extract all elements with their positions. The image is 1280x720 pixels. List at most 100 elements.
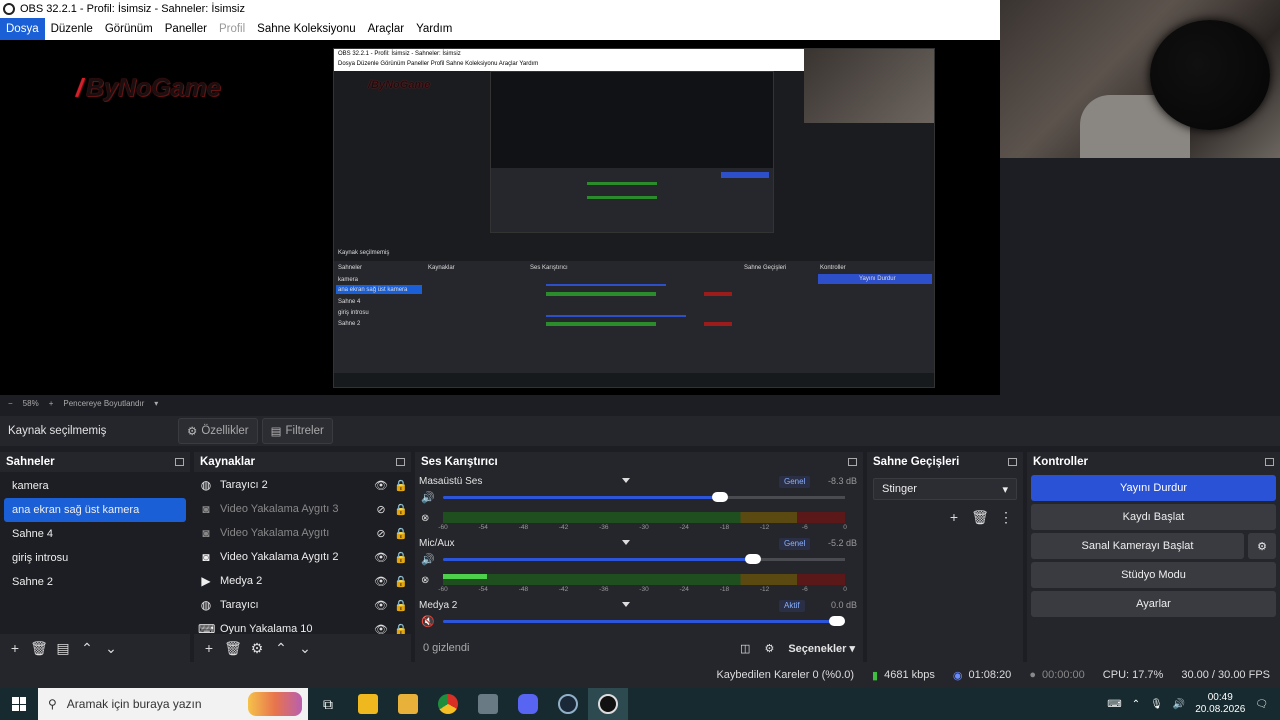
speaker-icon[interactable]: 🔊: [421, 491, 435, 504]
volume-slider[interactable]: [443, 492, 845, 502]
start-button[interactable]: [0, 697, 38, 711]
notification-icon[interactable]: 🗨: [1255, 699, 1268, 710]
undock-icon[interactable]: [396, 458, 405, 466]
lock-icon[interactable]: 🔒: [391, 479, 411, 492]
undock-icon[interactable]: [1008, 458, 1017, 466]
filters-button[interactable]: ▤ Filtreler: [261, 418, 333, 444]
obs-taskbar-icon[interactable]: [588, 688, 628, 720]
chevron-down-icon[interactable]: ▾: [154, 399, 158, 408]
mixer-settings-icon[interactable]: ⚙: [764, 642, 774, 655]
menu-file[interactable]: Dosya: [0, 18, 45, 40]
studio-mode-button[interactable]: Stüdyo Modu: [1031, 562, 1276, 588]
zoom-out-button[interactable]: −: [8, 399, 13, 408]
chrome-icon[interactable]: [428, 688, 468, 720]
properties-button[interactable]: ⚙ Özellikler: [178, 418, 258, 444]
gear-icon[interactable]: ⚙: [246, 637, 268, 659]
chevron-down-icon[interactable]: [622, 540, 630, 545]
eye-icon[interactable]: 👁: [371, 575, 391, 588]
app-icon[interactable]: [468, 688, 508, 720]
undock-icon[interactable]: [1265, 458, 1274, 466]
slider-knob[interactable]: [712, 492, 729, 502]
source-item[interactable]: ▶ Medya 2 👁 🔒: [194, 569, 411, 593]
trash-icon[interactable]: 🗑: [969, 506, 991, 528]
stop-stream-button[interactable]: Yayını Durdur: [1031, 475, 1276, 501]
taskbar-search[interactable]: ⚲ Aramak için buraya yazın: [38, 688, 308, 720]
file-explorer-icon[interactable]: [388, 688, 428, 720]
scale-tick: -36: [599, 586, 609, 593]
more-options-icon[interactable]: ⋮: [995, 506, 1017, 528]
move-down-icon[interactable]: ⌄: [100, 637, 122, 659]
lock-icon[interactable]: 🔒: [391, 527, 411, 540]
menu-scene-collection[interactable]: Sahne Koleksiyonu: [251, 18, 361, 40]
source-item[interactable]: ⌨ Oyun Yakalama 10 👁 🔒: [194, 617, 411, 634]
speaker-muted-icon[interactable]: 🔇: [421, 615, 435, 628]
eye-icon[interactable]: 👁: [371, 599, 391, 612]
menu-docks[interactable]: Paneller: [159, 18, 213, 40]
source-item[interactable]: ◍ Tarayıcı 👁 🔒: [194, 593, 411, 617]
task-view-icon[interactable]: ⧉: [308, 688, 348, 720]
settings-button[interactable]: Ayarlar: [1031, 591, 1276, 617]
add-scene-button[interactable]: +: [4, 637, 26, 659]
undock-icon[interactable]: [175, 458, 184, 466]
menu-tools[interactable]: Araçlar: [362, 18, 410, 40]
source-item[interactable]: ◙ Video Yakalama Aygıtı ⊘ 🔒: [194, 521, 411, 545]
zoom-in-button[interactable]: +: [49, 399, 54, 408]
chevron-down-icon[interactable]: [622, 478, 630, 483]
keyboard-icon[interactable]: ⌨: [1107, 699, 1121, 710]
virtual-camera-settings-icon[interactable]: ⚙: [1248, 533, 1276, 559]
microphone-icon[interactable]: 🎙: [1150, 699, 1163, 710]
menu-edit[interactable]: Düzenle: [45, 18, 99, 40]
clock[interactable]: 00:49 20.08.2026: [1195, 692, 1245, 716]
scene-filters-icon[interactable]: ▤: [52, 637, 74, 659]
discord-icon[interactable]: [508, 688, 548, 720]
menu-view[interactable]: Görünüm: [99, 18, 159, 40]
lock-icon[interactable]: 🔒: [391, 503, 411, 516]
eye-icon[interactable]: 👁: [371, 479, 391, 492]
source-item[interactable]: ◍ Tarayıcı 2 👁 🔒: [194, 473, 411, 497]
scene-item[interactable]: Sahne 2: [4, 570, 186, 594]
trash-icon[interactable]: 🗑: [28, 637, 50, 659]
mixer-options-button[interactable]: Seçenekler ▾: [788, 642, 855, 655]
eye-off-icon[interactable]: ⊘: [371, 527, 391, 540]
fit-to-window-label[interactable]: Pencereye Boyutlandır: [63, 399, 144, 408]
lock-icon[interactable]: 🔒: [391, 623, 411, 635]
chevron-down-icon[interactable]: [622, 602, 630, 607]
monitor-off-icon[interactable]: ⊗: [421, 513, 429, 524]
speaker-icon[interactable]: 🔊: [1173, 699, 1185, 710]
eye-icon[interactable]: 👁: [371, 623, 391, 635]
eye-icon[interactable]: 👁: [371, 551, 391, 564]
scene-item-selected[interactable]: ana ekran sağ üst kamera: [4, 498, 186, 522]
slider-knob[interactable]: [744, 554, 761, 564]
add-transition-button[interactable]: +: [943, 506, 965, 528]
move-up-icon[interactable]: ⌃: [270, 637, 292, 659]
layout-toggle-icon[interactable]: ◫: [740, 642, 750, 655]
steam-icon[interactable]: [548, 688, 588, 720]
scene-item[interactable]: Sahne 4: [4, 522, 186, 546]
add-source-button[interactable]: +: [198, 637, 220, 659]
menu-profile[interactable]: Profil: [213, 18, 251, 40]
undock-icon[interactable]: [848, 458, 857, 466]
lock-icon[interactable]: 🔒: [391, 575, 411, 588]
preview-canvas[interactable]: / ByNoGame OBS 32.2.1 - Profil: İsimsiz -…: [0, 40, 1000, 395]
monitor-off-icon[interactable]: ⊗: [421, 575, 429, 586]
chevron-up-icon[interactable]: ⌃: [1132, 699, 1140, 710]
volume-slider[interactable]: [443, 554, 845, 564]
scene-item[interactable]: kamera: [4, 474, 186, 498]
speaker-icon[interactable]: 🔊: [421, 553, 435, 566]
start-virtual-camera-button[interactable]: Sanal Kamerayı Başlat: [1031, 533, 1244, 559]
app-r-icon[interactable]: [348, 688, 388, 720]
lock-icon[interactable]: 🔒: [391, 551, 411, 564]
move-down-icon[interactable]: ⌄: [294, 637, 316, 659]
eye-off-icon[interactable]: ⊘: [371, 503, 391, 516]
move-up-icon[interactable]: ⌃: [76, 637, 98, 659]
slider-knob[interactable]: [828, 616, 845, 626]
source-item[interactable]: ◙ Video Yakalama Aygıtı 2 👁 🔒: [194, 545, 411, 569]
trash-icon[interactable]: 🗑: [222, 637, 244, 659]
menu-help[interactable]: Yardım: [410, 18, 458, 40]
start-recording-button[interactable]: Kaydı Başlat: [1031, 504, 1276, 530]
lock-icon[interactable]: 🔒: [391, 599, 411, 612]
scene-item[interactable]: giriş introsu: [4, 546, 186, 570]
source-item[interactable]: ◙ Video Yakalama Aygıtı 3 ⊘ 🔒: [194, 497, 411, 521]
volume-slider[interactable]: [443, 616, 845, 626]
transition-select[interactable]: Stinger ▾: [873, 478, 1017, 500]
